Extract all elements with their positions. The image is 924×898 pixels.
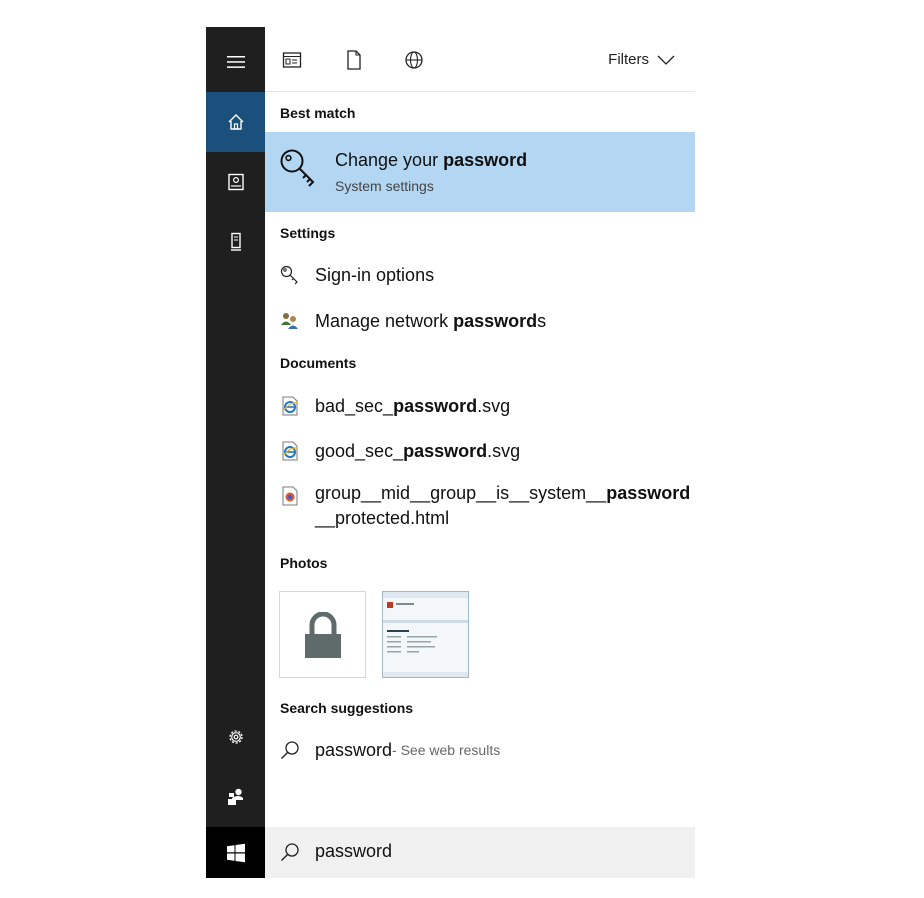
filter-toolbar: Filters [265,27,695,92]
document-item[interactable]: good_sec_password.svg [280,436,520,466]
users-icon [280,311,300,331]
photos-header: Photos [280,555,328,571]
ie-document-icon [280,441,300,461]
best-match-header: Best match [280,105,356,121]
document-label: bad_sec_password.svg [315,395,511,416]
photo-thumbnail-lock[interactable] [279,591,366,678]
left-rail [206,27,265,878]
gear-icon [228,730,243,744]
sign-in-options-item[interactable]: Sign-in options [280,260,434,290]
document-label: good_sec_password.svg [315,440,521,461]
screenshot-thumbnail-image [383,592,468,677]
document-item[interactable]: bad_sec_password.svg [280,391,510,421]
key-icon [280,265,300,285]
feedback-icon [227,788,243,805]
search-icon [280,740,300,760]
web-filter-button[interactable] [403,49,425,71]
apps-icon [282,52,302,68]
documents-header: Documents [280,355,357,371]
key-icon [280,149,315,187]
web-suggestion-item[interactable]: password - See web results [280,735,500,765]
document-item[interactable]: group__mid__group__is__system__password _… [280,481,690,537]
best-match-title: Change your password [335,150,528,170]
settings-button[interactable] [206,707,265,767]
search-icon [281,843,299,861]
suggestion-term: password [315,739,393,760]
apps-filter-button[interactable] [281,49,303,71]
device-icon [230,232,241,251]
home-button[interactable] [206,92,265,152]
photo-thumbnail-screenshot[interactable] [382,591,469,678]
search-box[interactable]: password [265,827,695,878]
sign-in-options-label: Sign-in options [315,264,435,285]
manage-network-passwords-label: Manage network passwords [315,310,547,331]
suggestion-hint: - See web results [392,742,501,758]
notebook-button[interactable] [206,152,265,212]
search-suggestions-header: Search suggestions [280,700,414,716]
notebook-icon [227,173,244,191]
ie-document-icon [280,396,300,416]
web-icon [405,51,423,69]
lock-icon [305,612,341,658]
html-document-icon [280,486,300,506]
best-match-result[interactable]: Change your password System settings [265,132,695,212]
document-label: group__mid__group__is__system__password _… [315,483,691,528]
settings-header: Settings [280,225,336,241]
home-icon [228,114,243,130]
start-menu: Filters Best match Change your password … [206,27,695,878]
hamburger-button[interactable] [206,32,265,92]
search-results-panel: Filters Best match Change your password … [265,27,695,878]
search-input[interactable]: password [315,841,392,862]
feedback-button[interactable] [206,767,265,827]
hamburger-icon [226,56,245,68]
device-button[interactable] [206,212,265,272]
filters-dropdown[interactable]: Filters [608,51,675,68]
documents-filter-button[interactable] [343,49,365,71]
filters-label: Filters [608,51,649,68]
windows-icon [226,843,245,862]
manage-network-passwords-item[interactable]: Manage network passwords [280,306,546,336]
best-match-subtitle: System settings [335,178,434,194]
windows-start-button[interactable] [206,827,265,878]
chevron-down-icon [657,55,675,65]
document-icon [347,50,361,70]
